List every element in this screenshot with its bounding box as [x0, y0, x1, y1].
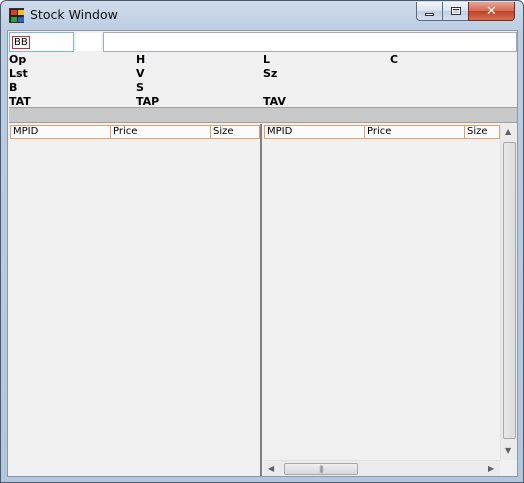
book-pane-left[interactable]: MPID Price Size	[9, 124, 262, 476]
column-header-size[interactable]: Size	[464, 125, 500, 139]
book-pane-right[interactable]: MPID Price Size ▲ ▼ ◀ ||| ▶	[264, 124, 517, 476]
window-title: Stock Window	[30, 7, 118, 22]
close-label: C	[390, 53, 399, 66]
book-left-header: MPID Price Size	[10, 125, 260, 139]
horizontal-scroll-thumb[interactable]: |||	[284, 463, 358, 475]
sell-label: S	[136, 81, 144, 94]
maximize-button[interactable]	[442, 2, 469, 21]
app-grid-icon[interactable]	[9, 8, 24, 23]
symbol-value: BB	[12, 36, 30, 49]
close-icon: ✕	[486, 3, 497, 19]
column-header-mpid[interactable]: MPID	[10, 125, 110, 139]
symbol-aux-field[interactable]	[75, 32, 102, 52]
column-header-size[interactable]: Size	[210, 125, 260, 139]
close-button[interactable]: ✕	[468, 2, 515, 21]
scroll-up-icon[interactable]: ▲	[505, 127, 511, 136]
maximize-icon	[450, 7, 461, 15]
stock-window: Stock Window ✕ BB Op H L C Lst V Sz B S …	[0, 0, 524, 483]
size-label: Sz	[263, 67, 278, 80]
column-header-price[interactable]: Price	[110, 125, 210, 139]
column-header-price[interactable]: Price	[364, 125, 464, 139]
bid-label: B	[9, 81, 18, 94]
low-label: L	[263, 53, 271, 66]
horizontal-scrollbar[interactable]: ◀ ||| ▶	[264, 460, 500, 476]
scrollbar-corner	[500, 460, 517, 476]
vertical-scrollbar[interactable]: ▲ ▼	[500, 124, 517, 460]
book-right-header: MPID Price Size	[264, 125, 500, 139]
description-field[interactable]	[103, 32, 517, 52]
scroll-right-icon[interactable]: ▶	[488, 464, 494, 473]
open-label: Op	[9, 53, 27, 66]
last-label: Lst	[9, 67, 28, 80]
vertical-scroll-thumb[interactable]	[503, 142, 516, 439]
divider-bar	[9, 107, 517, 123]
scroll-down-icon[interactable]: ▼	[505, 446, 511, 455]
minimize-icon	[425, 12, 434, 16]
volume-label: V	[136, 67, 145, 80]
column-header-mpid[interactable]: MPID	[264, 125, 364, 139]
title-bar[interactable]: Stock Window ✕	[1, 1, 523, 30]
grip-icon: |||	[318, 465, 324, 473]
minimize-button[interactable]	[416, 2, 443, 21]
scroll-left-icon[interactable]: ◀	[268, 464, 274, 473]
symbol-input[interactable]: BB	[9, 32, 74, 52]
high-label: H	[136, 53, 146, 66]
client-area: BB Op H L C Lst V Sz B S TAT TAP TAV MPI…	[7, 30, 518, 477]
